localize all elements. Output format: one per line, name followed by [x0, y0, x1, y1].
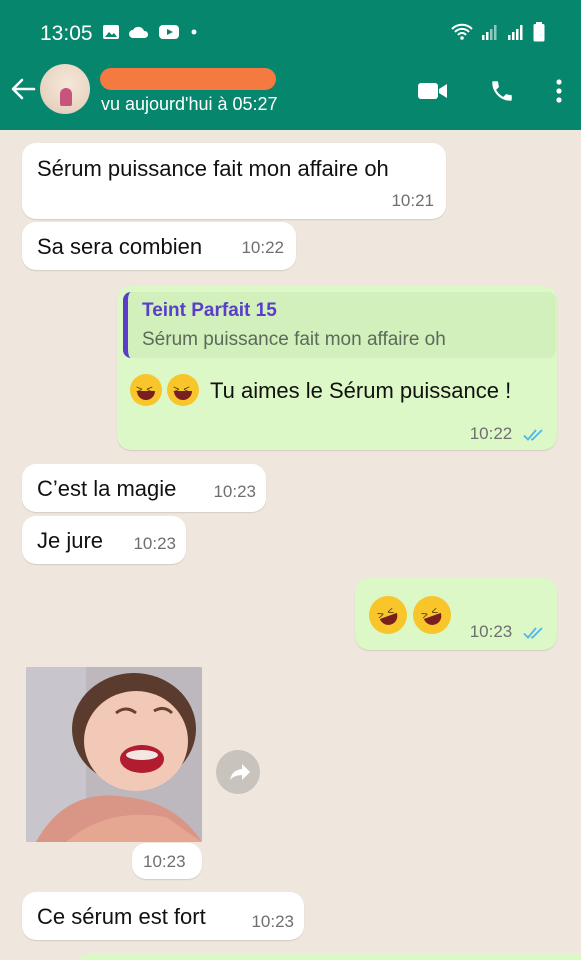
- video-call-icon[interactable]: [417, 80, 449, 102]
- status-system-icons: [451, 22, 545, 42]
- signal-icon-2: [508, 25, 523, 40]
- message-time: 10:22: [241, 238, 284, 257]
- message-text: Ce sérum est fort: [37, 904, 206, 929]
- grinning-squinting-emoji: ><: [130, 374, 162, 406]
- contact-name-redacted[interactable]: [100, 68, 276, 90]
- youtube-icon: [159, 25, 179, 39]
- message-time: 10:22: [469, 424, 513, 443]
- quoted-text: Sérum puissance fait mon affaire oh: [142, 329, 446, 350]
- incoming-message[interactable]: Sa sera combien 10:22: [22, 222, 296, 270]
- message-meta: 10:22: [470, 424, 545, 444]
- message-time: 10:23: [143, 852, 186, 871]
- forward-icon: [230, 764, 250, 780]
- image-message[interactable]: [26, 667, 202, 842]
- photo-content: [26, 667, 202, 842]
- message-text: Sérum puissance fait mon affaire oh: [37, 156, 389, 181]
- rolling-laughing-emoji: ><: [407, 590, 457, 640]
- dot-icon: [191, 29, 197, 35]
- incoming-message[interactable]: C’est la magie 10:23: [22, 464, 266, 512]
- rolling-laughing-emoji: ><: [363, 590, 413, 640]
- message-text: Tu aimes le Sérum puissance !: [210, 378, 512, 403]
- chat-area[interactable]: Sérum puissance fait mon affaire oh 10:2…: [0, 130, 581, 960]
- back-arrow-icon[interactable]: [10, 76, 36, 102]
- message-time: 10:23: [133, 534, 176, 553]
- message-text: Sa sera combien: [37, 234, 203, 259]
- quoted-author: Teint Parfait 15: [142, 300, 277, 321]
- message-time: 10:23: [251, 912, 294, 931]
- incoming-message[interactable]: Ce sérum est fort 10:23: [22, 892, 304, 940]
- status-bar: 13:05: [0, 0, 581, 62]
- chat-header: vu aujourd'hui à 05:27: [0, 62, 581, 130]
- message-meta: 10:23: [470, 622, 545, 642]
- message-time: 10:23: [213, 482, 256, 501]
- grinning-squinting-emoji: ><: [167, 374, 199, 406]
- image-timestamp-badge: 10:23: [132, 843, 202, 879]
- signal-icon-1: [482, 25, 497, 40]
- message-time: 10:23: [469, 622, 513, 641]
- outgoing-message[interactable]: Teint Parfait 15 Sérum puissance fait mo…: [117, 286, 557, 450]
- cloud-icon: [129, 26, 149, 38]
- incoming-message[interactable]: Je jure 10:23: [22, 516, 186, 564]
- quoted-reply[interactable]: Teint Parfait 15 Sérum puissance fait mo…: [123, 292, 556, 358]
- message-text: C’est la magie: [37, 476, 177, 501]
- status-time: 13:05: [40, 22, 93, 45]
- incoming-message[interactable]: Sérum puissance fait mon affaire oh 10:2…: [22, 143, 446, 219]
- read-ticks-icon: [523, 626, 543, 639]
- forward-button[interactable]: [216, 750, 260, 794]
- wifi-icon: [451, 23, 473, 40]
- more-options-icon[interactable]: [555, 78, 563, 104]
- header-actions: [417, 78, 563, 104]
- status-notification-icons: [102, 24, 200, 40]
- voice-call-icon[interactable]: [489, 78, 515, 104]
- contact-avatar[interactable]: [40, 64, 90, 114]
- last-seen-text: vu aujourd'hui à 05:27: [101, 94, 278, 114]
- battery-icon: [533, 22, 545, 42]
- message-time: 10:21: [391, 191, 434, 210]
- message-text: Je jure: [37, 528, 104, 553]
- read-ticks-icon: [523, 428, 543, 441]
- partial-outgoing-message: [80, 953, 581, 960]
- gallery-icon: [103, 25, 119, 39]
- outgoing-message[interactable]: >< >< 10:23: [355, 578, 557, 650]
